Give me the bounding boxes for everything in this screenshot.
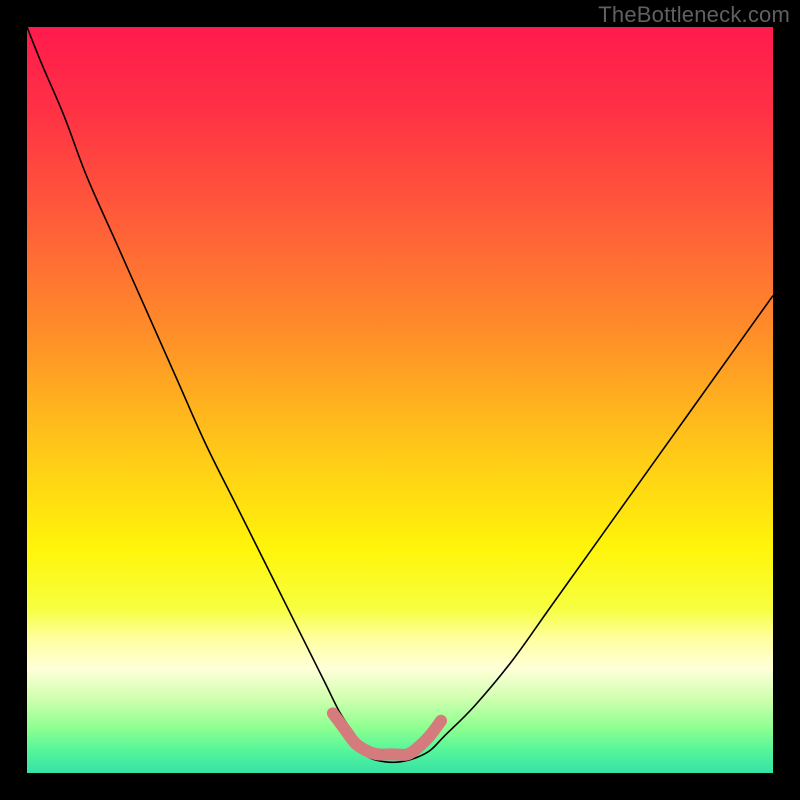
chart-svg: [27, 27, 773, 773]
chart-plot: [27, 27, 773, 773]
watermark-label: TheBottleneck.com: [598, 2, 790, 28]
chart-background: [27, 27, 773, 773]
chart-frame: TheBottleneck.com: [0, 0, 800, 800]
